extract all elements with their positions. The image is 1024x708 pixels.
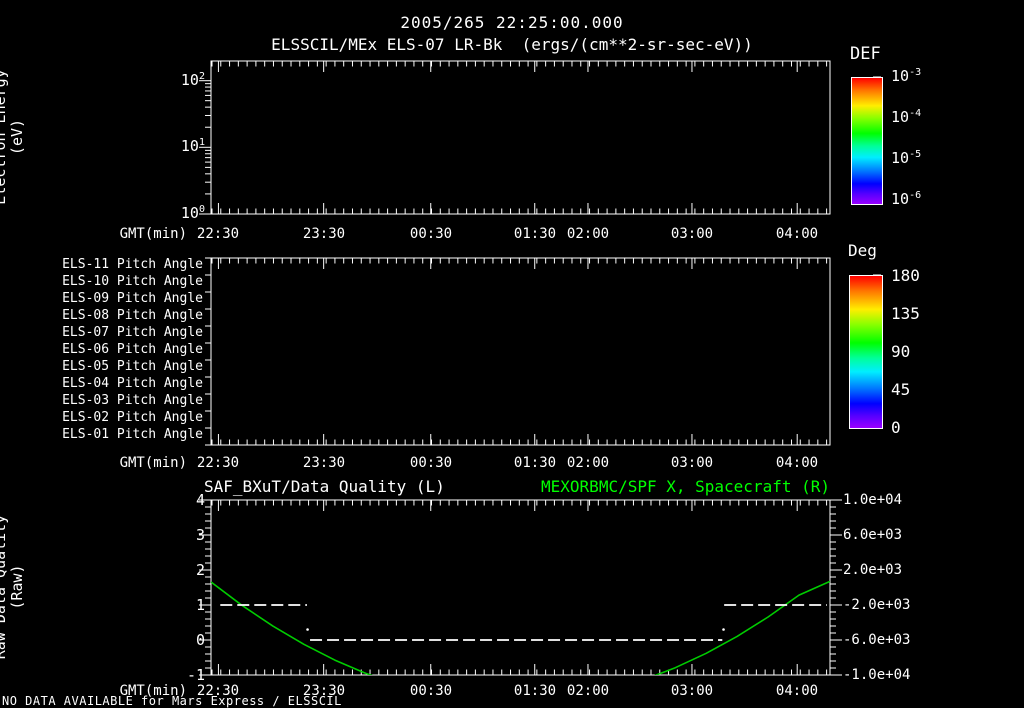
distance-ytick-label: 1.0e+04 [843,492,903,508]
distance-ytick-label: 6.0e+03 [843,527,903,543]
time-tick-label: 03:00 [670,226,714,242]
pitch-row-label: ELS-08 Pitch Angle [62,308,203,323]
deg-colorbar-tick-label: 180 [891,266,920,285]
energy-ytick-label: 102 [180,71,205,89]
quality-ytick-label: 0 [195,631,205,649]
time-tick-label: 03:00 [670,455,714,471]
distance-ytick-label: -1.0e+04 [843,667,911,683]
gmt-axis-label: GMT(min) [119,226,187,242]
quality-axis-label: Raw Data Quality (Raw) [0,497,26,677]
quality-ytick-label: 3 [195,526,205,544]
pitch-row-label: ELS-04 Pitch Angle [62,376,203,391]
deg-colorbar [849,275,883,429]
data-quality-marker [722,628,725,631]
deg-colorbar-title: Deg [848,241,877,260]
panel-quality-box [210,499,831,676]
pitch-row-label: ELS-07 Pitch Angle [62,325,203,340]
quality-panel-title-right: MEXORBMC/SPF X, Spacecraft (R) [541,477,830,496]
quality-ytick-label: 1 [195,596,205,614]
time-tick-label: 02:00 [566,226,610,242]
plot-canvas: 2005/265 22:25:00.000 ELSSCIL/MEx ELS-07… [0,0,1024,708]
def-colorbar-tick-label: 10-5 [891,149,922,167]
time-tick-label: 23:30 [302,455,346,471]
energy-axis-label: Electron Energy (eV) [0,57,26,217]
def-colorbar [851,77,883,205]
pitch-row-label: ELS-06 Pitch Angle [62,342,203,357]
time-tick-label: 01:30 [513,683,557,699]
no-data-note: NO DATA AVAILABLE for Mars Express / ELS… [2,694,342,708]
quality-ytick-label: -1 [186,666,205,684]
def-colorbar-tick-label: 10-4 [891,108,922,126]
time-tick-label: 02:00 [566,455,610,471]
energy-ytick-label: 101 [180,137,205,155]
time-tick-label: 04:00 [775,226,819,242]
time-tick-label: 04:00 [775,683,819,699]
deg-colorbar-tick-label: 135 [891,304,920,323]
time-tick-label: 23:30 [302,226,346,242]
pitch-row-label: ELS-05 Pitch Angle [62,359,203,374]
deg-colorbar-tick-label: 45 [891,380,911,399]
time-tick-label: 02:00 [566,683,610,699]
distance-ytick-label: 2.0e+03 [843,562,903,578]
deg-colorbar-tick-label: 90 [891,342,911,361]
time-tick-label: 00:30 [409,683,453,699]
def-colorbar-title: DEF [850,44,881,64]
panel-pitch-box [210,257,831,446]
time-tick-label: 00:30 [409,226,453,242]
energy-ytick-label: 100 [180,204,205,222]
data-quality-marker [306,628,309,631]
time-tick-label: 22:30 [196,455,240,471]
quality-ytick-label: 2 [195,561,205,579]
time-tick-label: 00:30 [409,455,453,471]
pitch-row-label: ELS-03 Pitch Angle [62,393,203,408]
pitch-row-label: ELS-02 Pitch Angle [62,410,203,425]
distance-ytick-label: -2.0e+03 [843,597,911,613]
time-tick-label: 01:30 [513,226,557,242]
deg-colorbar-tick-label: 0 [891,418,901,437]
time-tick-label: 04:00 [775,455,819,471]
pitch-row-label: ELS-10 Pitch Angle [62,274,203,289]
gmt-axis-label: GMT(min) [119,455,187,471]
energy-axis-label-line2: (eV) [8,118,26,156]
pitch-row-label: ELS-11 Pitch Angle [62,257,203,272]
time-tick-label: 22:30 [196,226,240,242]
distance-ytick-label: -6.0e+03 [843,632,911,648]
time-tick-label: 03:00 [670,683,714,699]
def-colorbar-tick-label: 10-6 [891,190,922,208]
time-tick-label: 01:30 [513,455,557,471]
quality-ytick-label: 4 [195,491,205,509]
pitch-row-label: ELS-09 Pitch Angle [62,291,203,306]
quality-axis-label-line2: (Raw) [8,564,26,610]
panel-energy-box [210,60,831,215]
def-colorbar-tick-label: 10-3 [891,67,922,85]
pitch-row-label: ELS-01 Pitch Angle [62,427,203,442]
timestamp-title: 2005/265 22:25:00.000 [400,13,624,32]
